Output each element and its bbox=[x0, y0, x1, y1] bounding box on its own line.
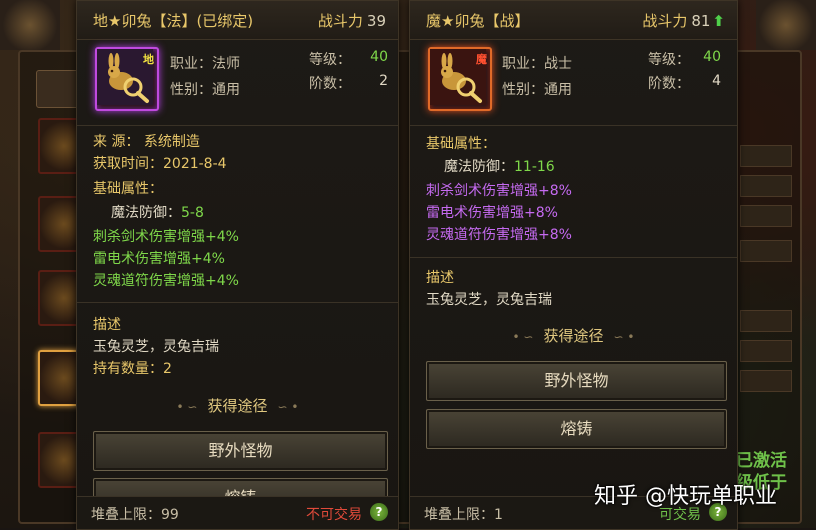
rank-value: 2 bbox=[379, 73, 388, 89]
side-list-row bbox=[740, 370, 792, 392]
watermark-text: 知乎 @快玩单职业 bbox=[594, 484, 777, 509]
desc-text: 玉兔灵芝，灵兔吉瑞 bbox=[93, 339, 219, 355]
obtain-section-title: • ∽ 获得途径 ∽ • bbox=[77, 395, 398, 416]
item-grade-tag: 魔 bbox=[476, 53, 487, 66]
side-list-row bbox=[740, 240, 792, 262]
combat-power: 战斗力 81 ⬆ bbox=[642, 10, 725, 31]
divider bbox=[410, 125, 737, 126]
obtain-title-text: 获得途径 bbox=[543, 327, 604, 345]
magic-defense-label: 魔法防御： bbox=[111, 205, 181, 221]
divider bbox=[77, 125, 398, 126]
bonus-line: 刺杀剑术伤害增强+4% bbox=[93, 229, 239, 245]
source-line: 来 源： 系统制造 bbox=[93, 134, 200, 150]
item-title: 魔★卯兔【战】 bbox=[426, 12, 530, 30]
desc-title: 描述 bbox=[426, 270, 454, 286]
activated-text: 已激活 bbox=[736, 451, 787, 471]
bonus-line: 灵魂道符伤害增强+8% bbox=[426, 227, 572, 243]
bonus-line: 雷电术伤害增强+8% bbox=[426, 205, 558, 221]
side-list-row bbox=[740, 175, 792, 197]
wild-monster-button[interactable]: 野外怪物 bbox=[93, 431, 388, 471]
smelt-button[interactable]: 熔铸 bbox=[426, 409, 727, 449]
bonus-line: 刺杀剑术伤害增强+8% bbox=[426, 183, 572, 199]
side-list-row bbox=[740, 145, 792, 167]
combat-power-value: 81 bbox=[691, 12, 711, 30]
side-list-row bbox=[740, 310, 792, 332]
item-tooltip-left: 地★卯兔【法】(已绑定) 战斗力 39 地 职业：法师 性别：通用 等级： 40 … bbox=[76, 0, 399, 530]
level-value: 40 bbox=[703, 49, 721, 65]
item-title: 地★卯兔【法】(已绑定) bbox=[93, 12, 254, 30]
combat-power-label: 战斗力 bbox=[317, 12, 363, 30]
base-attr-title: 基础属性： bbox=[426, 136, 496, 152]
class-label: 职业：法师 bbox=[170, 56, 240, 72]
desc-text: 玉兔灵芝，灵兔吉瑞 bbox=[426, 292, 552, 308]
item-tooltip-right: 魔★卯兔【战】 战斗力 81 ⬆ 魔 职业：战士 性别：通用 等级： 40 阶数： … bbox=[409, 0, 738, 530]
tooltip-footer: 堆叠上限：99 不可交易 ? bbox=[77, 496, 398, 529]
ornament-icon: • ∽ bbox=[176, 400, 198, 414]
obtain-section-title: • ∽ 获得途径 ∽ • bbox=[410, 325, 737, 346]
item-icon: 魔 bbox=[428, 47, 492, 111]
magic-defense-value: 5-8 bbox=[181, 205, 204, 221]
ornament-icon: • ∽ bbox=[512, 330, 534, 344]
magic-defense-value: 11-16 bbox=[514, 159, 555, 175]
desc-title: 描述 bbox=[93, 317, 121, 333]
question-icon[interactable]: ? bbox=[370, 503, 388, 521]
magic-defense-label: 魔法防御： bbox=[444, 159, 514, 175]
level-label: 等级： bbox=[309, 52, 351, 68]
obtain-time-line: 获取时间：2021-8-4 bbox=[93, 156, 227, 172]
combat-power-value: 39 bbox=[366, 12, 386, 30]
stack-limit: 堆叠上限：99 bbox=[91, 507, 179, 523]
magic-defense-line: 魔法防御：5-8 bbox=[111, 203, 204, 223]
rank-label: 阶数： bbox=[648, 76, 690, 92]
level-value: 40 bbox=[370, 49, 388, 65]
combat-power: 战斗力 39 bbox=[318, 10, 386, 31]
corner-ornament-right bbox=[756, 0, 816, 50]
base-attr-title: 基础属性： bbox=[93, 181, 163, 197]
green-up-arrow-icon: ⬆ bbox=[712, 12, 725, 30]
bonus-line: 雷电术伤害增强+4% bbox=[93, 251, 225, 267]
trade-status: 不可交易 bbox=[306, 507, 362, 523]
tooltip-header: 地★卯兔【法】(已绑定) 战斗力 39 bbox=[77, 1, 398, 40]
level-label: 等级： bbox=[648, 52, 690, 68]
gender-label: 性别：通用 bbox=[170, 82, 240, 98]
rank-value: 4 bbox=[712, 73, 721, 89]
gender-label: 性别：通用 bbox=[502, 82, 572, 98]
item-icon: 地 bbox=[95, 47, 159, 111]
stack-limit: 堆叠上限：1 bbox=[424, 507, 503, 523]
item-grade-tag: 地 bbox=[143, 53, 154, 66]
divider bbox=[410, 257, 737, 258]
side-list-row bbox=[740, 340, 792, 362]
rank-label: 阶数： bbox=[309, 76, 351, 92]
class-label: 职业：战士 bbox=[502, 56, 572, 72]
divider bbox=[77, 302, 398, 303]
hold-count: 持有数量：2 bbox=[93, 361, 172, 377]
side-list-row bbox=[740, 205, 792, 227]
wild-monster-button[interactable]: 野外怪物 bbox=[426, 361, 727, 401]
corner-ornament-left bbox=[0, 0, 60, 50]
combat-power-label: 战斗力 bbox=[642, 12, 688, 30]
magic-defense-line: 魔法防御：11-16 bbox=[444, 157, 555, 177]
obtain-title-text: 获得途径 bbox=[207, 397, 268, 415]
tooltip-header: 魔★卯兔【战】 战斗力 81 ⬆ bbox=[410, 1, 737, 40]
ornament-icon: ∽ • bbox=[277, 400, 299, 414]
ornament-icon: ∽ • bbox=[613, 330, 635, 344]
bonus-line: 灵魂道符伤害增强+4% bbox=[93, 273, 239, 289]
